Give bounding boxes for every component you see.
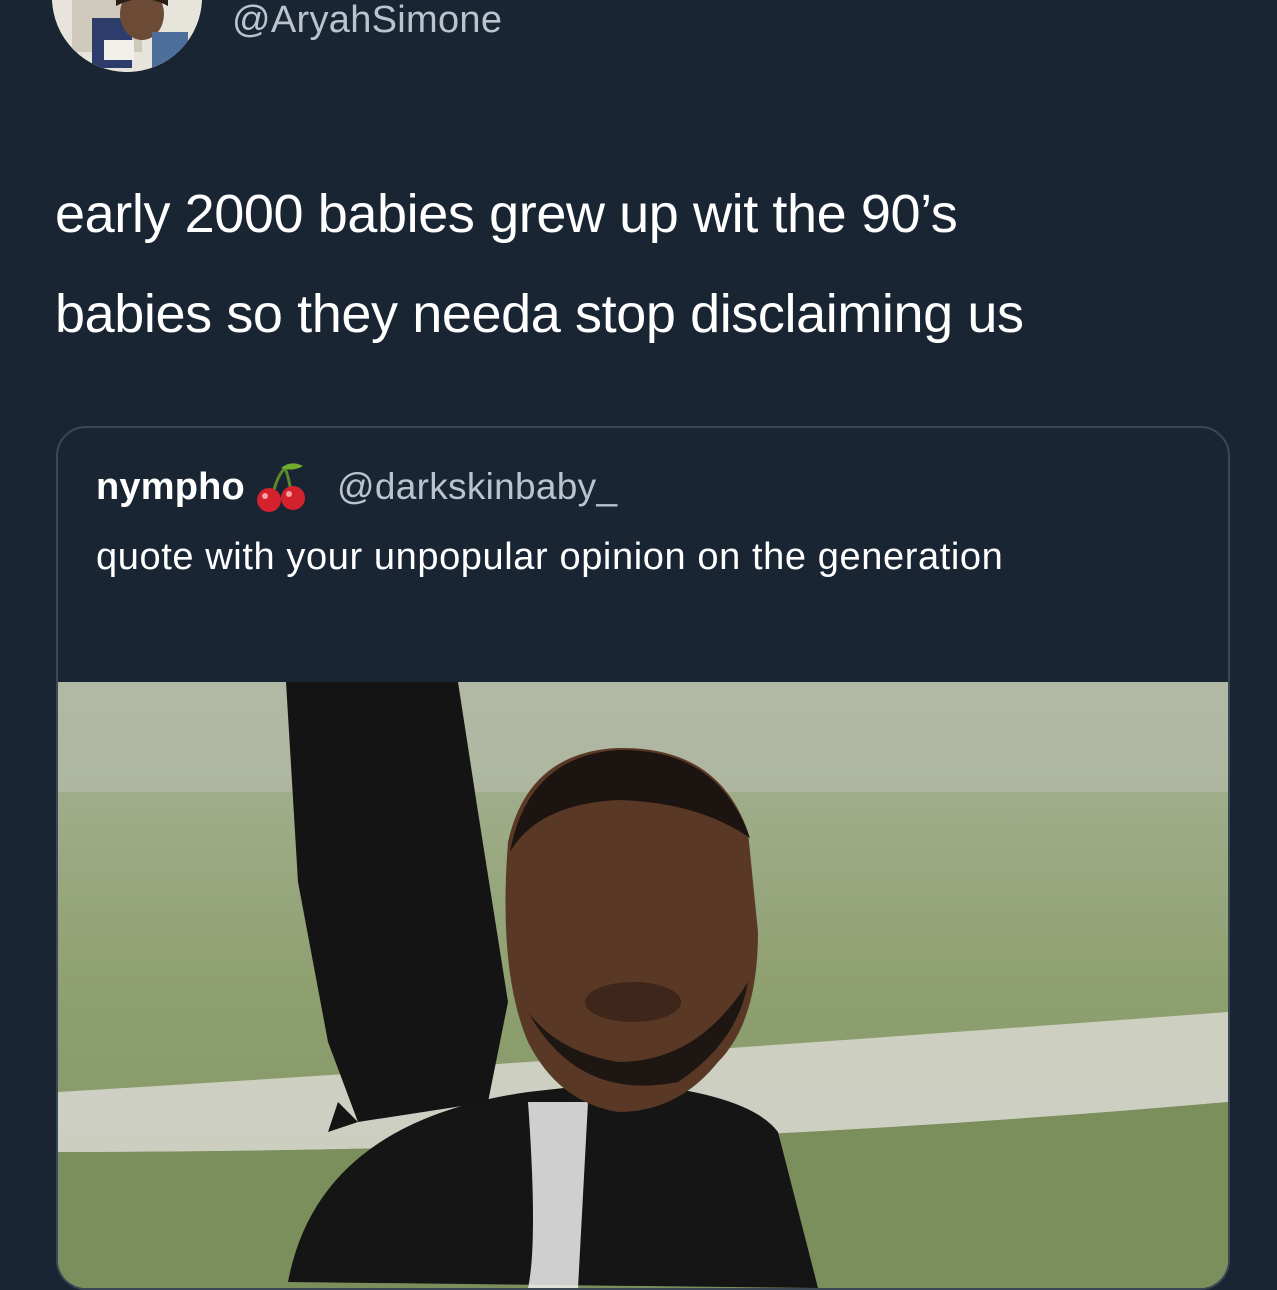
tweet-text-line-2: babies so they needa stop disclaiming us xyxy=(55,284,1024,344)
quoted-tweet-card[interactable]: nympho @darkskinbaby_ quote with your un… xyxy=(56,426,1230,1290)
quoted-tweet-media[interactable] xyxy=(58,682,1228,1288)
tweet-text: early 2000 babies grew up wit the 90’s ba… xyxy=(55,164,1235,364)
quoted-display-name[interactable]: nympho xyxy=(96,466,245,509)
cherries-icon xyxy=(251,460,309,514)
quoted-tweet-text: quote with your unpopular opinion on the… xyxy=(96,536,1004,578)
avatar-image xyxy=(52,0,202,72)
tweet-text-line-1: early 2000 babies grew up wit the 90’s xyxy=(55,184,958,244)
quoted-handle[interactable]: @darkskinbaby_ xyxy=(337,466,617,508)
author-avatar[interactable] xyxy=(52,0,202,72)
author-handle[interactable]: @AryahSimone xyxy=(232,0,502,40)
media-image xyxy=(58,682,1228,1288)
quoted-tweet-header: nympho @darkskinbaby_ xyxy=(96,463,617,512)
